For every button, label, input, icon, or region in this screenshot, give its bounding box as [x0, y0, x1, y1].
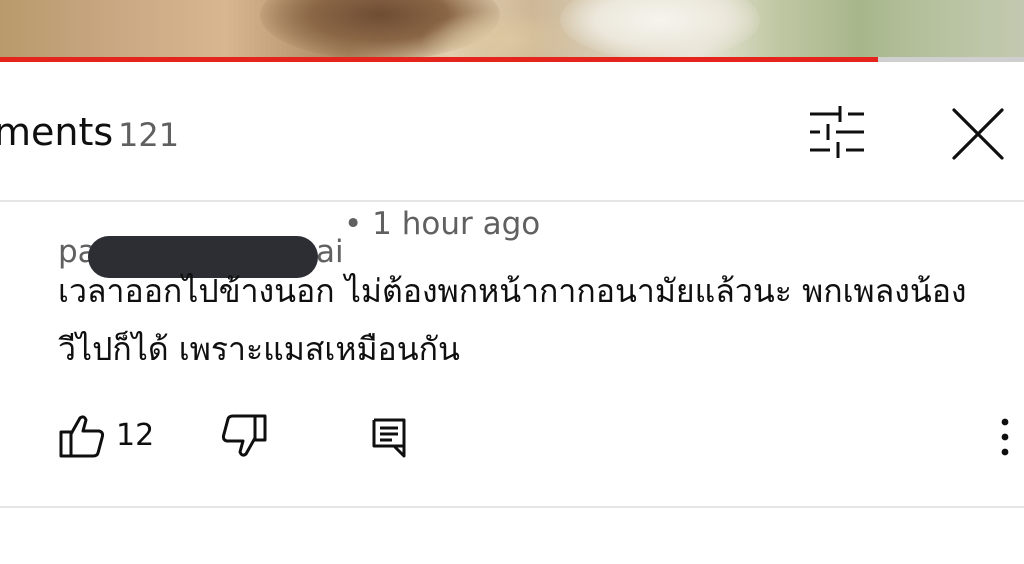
sliders-icon: [810, 106, 864, 158]
comment-divider: [0, 506, 1024, 508]
comments-screen: ments 121 pa ai • 1 hour ago เวลาออกไปข้…: [0, 0, 1024, 564]
thumbs-down-icon: [221, 414, 267, 457]
reply-icon: [372, 418, 406, 458]
reply-button[interactable]: [370, 414, 410, 460]
comment-timestamp[interactable]: 1 hour ago: [372, 206, 540, 242]
comments-count: 121: [118, 116, 180, 154]
comment-text: เวลาออกไปข้างนอก ไม่ต้องพกหน้ากากอนามัยแ…: [58, 262, 1008, 378]
sort-filter-button[interactable]: [806, 102, 866, 162]
like-count: 12: [116, 418, 155, 453]
meta-separator: •: [344, 206, 363, 242]
comments-title: ments: [0, 110, 114, 154]
comment-text-line: เวลาออกไปข้างนอก ไม่ต้องพกหน้ากากอนามัยแ…: [58, 272, 967, 310]
more-options-button[interactable]: [990, 414, 1020, 460]
more-vertical-icon: [1001, 418, 1009, 456]
comment-actions: 12: [0, 408, 1024, 468]
video-player[interactable]: [0, 0, 1024, 58]
dislike-button[interactable]: [220, 412, 270, 460]
comments-header: ments 121: [0, 62, 1024, 202]
like-button[interactable]: [58, 412, 106, 460]
close-icon: [952, 108, 1004, 160]
comment-meta: pa ai • 1 hour ago: [58, 206, 540, 278]
thumbs-up-icon: [59, 415, 105, 458]
close-button[interactable]: [946, 102, 1010, 166]
comment-text-line: วีไปก็ได้ เพราะแมสเหมือนกัน: [58, 330, 460, 368]
video-frame-shape: [560, 0, 760, 58]
header-divider: [0, 200, 1024, 202]
